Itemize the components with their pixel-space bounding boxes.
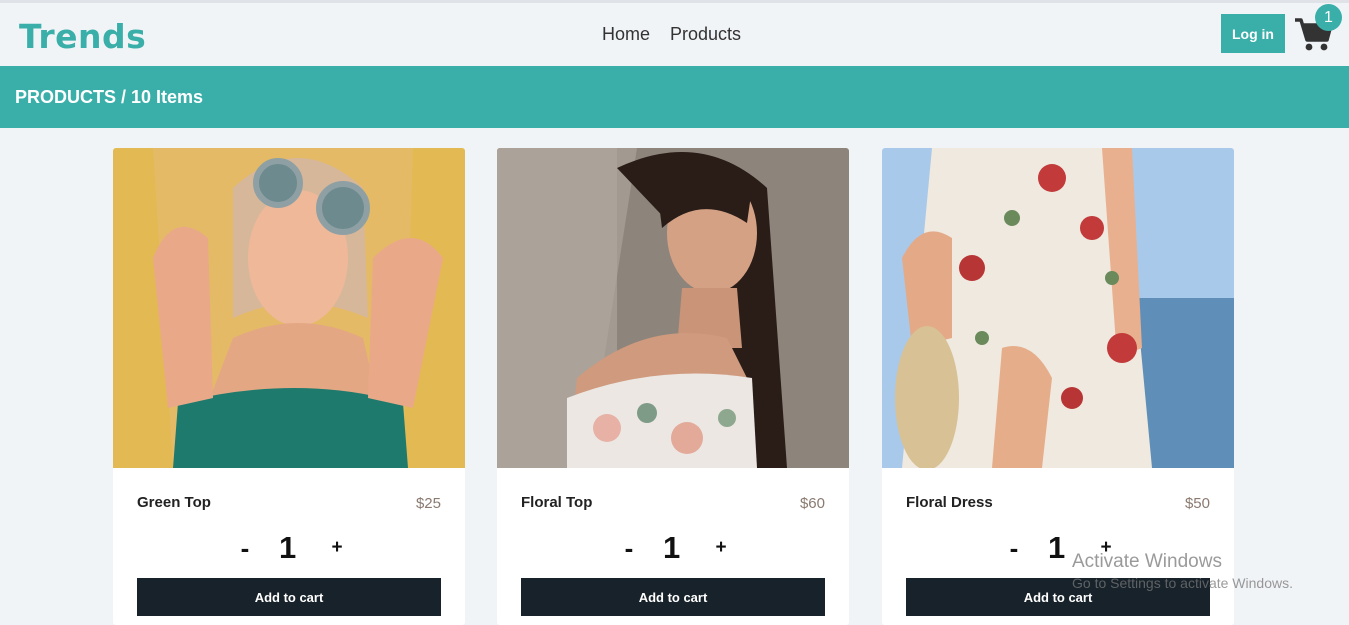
- nav-link-home[interactable]: Home: [602, 24, 650, 45]
- decrease-quantity-button[interactable]: -: [619, 528, 639, 568]
- product-image[interactable]: [882, 148, 1234, 468]
- nav-link-products[interactable]: Products: [670, 24, 741, 45]
- product-name: Floral Dress: [906, 494, 993, 511]
- nav-links: Home Products: [602, 24, 741, 45]
- product-card: Floral Top $60 - 1 + Add to cart: [497, 148, 849, 625]
- product-card: Green Top $25 - 1 + Add to cart: [113, 148, 465, 625]
- product-price: $60: [799, 495, 825, 512]
- cart-count-badge: 1: [1315, 4, 1342, 31]
- increase-quantity-button[interactable]: +: [327, 528, 347, 568]
- product-price: $25: [415, 495, 441, 512]
- product-name: Green Top: [137, 494, 211, 511]
- add-to-cart-button[interactable]: Add to cart: [137, 578, 441, 616]
- brand-logo[interactable]: Trends: [19, 17, 146, 56]
- product-price: $50: [1184, 495, 1210, 512]
- increase-quantity-button[interactable]: +: [711, 528, 731, 568]
- add-to-cart-button[interactable]: Add to cart: [521, 578, 825, 616]
- quantity-stepper: - 1 +: [113, 528, 465, 568]
- watermark-title: Activate Windows: [1072, 551, 1222, 572]
- quantity-value: 1: [279, 530, 297, 565]
- page-banner: PRODUCTS / 10 Items: [0, 66, 1349, 128]
- decrease-quantity-button[interactable]: -: [235, 528, 255, 568]
- quantity-value: 1: [663, 530, 681, 565]
- quantity-stepper: - 1 +: [497, 528, 849, 568]
- product-name: Floral Top: [521, 494, 593, 511]
- watermark-subtitle: Go to Settings to activate Windows.: [1072, 575, 1293, 591]
- decrease-quantity-button[interactable]: -: [1004, 528, 1024, 568]
- product-image[interactable]: [113, 148, 465, 468]
- navbar: Trends Home Products Log in 1: [0, 3, 1349, 66]
- quantity-value: 1: [1048, 530, 1066, 565]
- activate-windows-watermark: Activate Windows Go to Settings to activ…: [1072, 551, 1293, 591]
- product-image[interactable]: [497, 148, 849, 468]
- login-button[interactable]: Log in: [1221, 14, 1285, 53]
- page-title: PRODUCTS / 10 Items: [15, 87, 204, 107]
